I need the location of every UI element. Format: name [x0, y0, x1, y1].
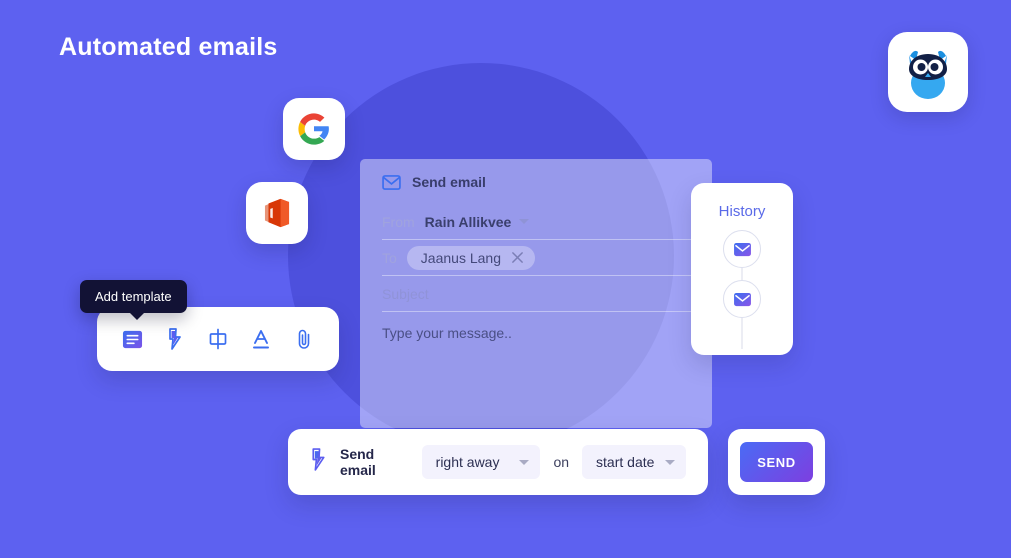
- chevron-down-icon: [665, 459, 675, 465]
- history-title: History: [718, 203, 766, 220]
- schedule-bar: Send email right away on start date: [288, 429, 708, 495]
- email-composer-header: Send email: [360, 159, 712, 190]
- subject-input[interactable]: Subject: [382, 286, 429, 302]
- lightning-bolt-icon[interactable]: [161, 325, 189, 353]
- history-timeline: [691, 230, 793, 349]
- provider-card-office[interactable]: [246, 182, 308, 244]
- history-panel: History: [691, 183, 793, 355]
- anchor-select[interactable]: start date: [582, 445, 686, 479]
- merge-field-icon[interactable]: [204, 325, 232, 353]
- timing-select-value: right away: [435, 454, 500, 470]
- timing-select[interactable]: right away: [421, 445, 541, 479]
- anchor-select-value: start date: [596, 454, 655, 470]
- recipient-chip-label: Jaanus Lang: [420, 249, 501, 266]
- page-title: Automated emails: [59, 33, 278, 61]
- chevron-down-icon: [519, 459, 530, 465]
- envelope-icon: [382, 174, 401, 190]
- subject-row[interactable]: Subject: [382, 276, 712, 312]
- add-template-icon[interactable]: [118, 325, 146, 353]
- owl-logo-icon: [909, 50, 947, 99]
- recipient-chip[interactable]: Jaanus Lang: [406, 245, 535, 270]
- email-composer-title: Send email: [412, 174, 486, 190]
- email-composer-fields: From Rain Allikvee To Jaanus Lang Subjec…: [360, 204, 712, 312]
- to-label: To: [382, 249, 397, 266]
- provider-card-google[interactable]: [283, 98, 345, 160]
- owl-logo-card: [888, 32, 968, 112]
- close-icon[interactable]: [511, 251, 524, 264]
- send-button[interactable]: SEND: [740, 442, 813, 482]
- office-icon: [264, 198, 290, 228]
- schedule-conjunction: on: [553, 454, 570, 470]
- google-icon: [298, 113, 329, 145]
- envelope-icon: [733, 242, 751, 256]
- message-input[interactable]: Type your message..: [360, 312, 712, 341]
- text-format-icon[interactable]: [247, 325, 275, 353]
- canvas: Automated emails Send email From Rain Al…: [0, 0, 1011, 558]
- from-value: Rain Allikvee: [424, 213, 512, 230]
- email-composer-card: Send email From Rain Allikvee To Jaanus …: [360, 159, 712, 428]
- envelope-icon: [733, 292, 751, 306]
- attachment-icon[interactable]: [290, 325, 318, 353]
- send-button-container: SEND: [728, 429, 825, 495]
- from-label: From: [382, 213, 415, 230]
- history-item[interactable]: [723, 230, 761, 268]
- history-item[interactable]: [723, 280, 761, 318]
- schedule-label: Send email: [340, 446, 376, 478]
- from-row[interactable]: From Rain Allikvee: [382, 204, 712, 240]
- chevron-down-icon[interactable]: [519, 219, 530, 224]
- lightning-bolt-icon: [310, 448, 327, 476]
- to-row[interactable]: To Jaanus Lang: [382, 240, 712, 276]
- tooltip-add-template: Add template: [80, 280, 187, 320]
